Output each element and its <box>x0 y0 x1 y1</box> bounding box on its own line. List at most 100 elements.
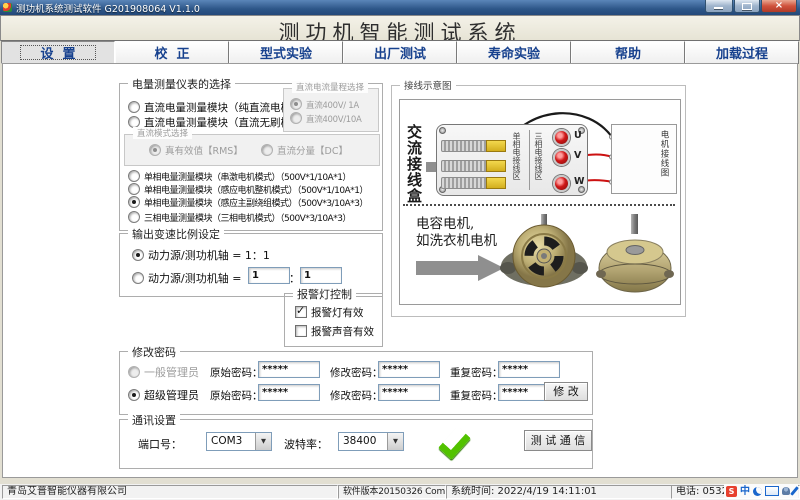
chinese-mode-icon[interactable]: 中 <box>740 486 750 497</box>
chevron-down-icon[interactable]: ▼ <box>255 433 271 450</box>
radio-normal-admin[interactable]: 一般管理员 <box>128 364 199 380</box>
checkbox-alarm-light[interactable]: 报警灯有效 <box>295 305 364 320</box>
radio-induction-winding[interactable]: 单相电量测量模块（感应主副绕组模式）（500V*3/10A*3） <box>128 196 368 209</box>
tab-label: 出厂测试 <box>374 43 426 62</box>
radio-icon <box>128 170 140 182</box>
new-password-input-super[interactable] <box>378 384 440 401</box>
repeat-password-label: 重复密码： <box>450 365 503 380</box>
version-status: 软件版本20150326 Com:24 <box>338 485 446 499</box>
group-title: 接线示意图 <box>400 78 456 92</box>
divider <box>529 130 530 190</box>
tab-help[interactable]: 帮助 <box>571 41 685 64</box>
single-phase-zone-label: 单相电接线区 <box>511 132 522 180</box>
port-label: 端口号： <box>138 436 182 452</box>
checkbox-icon <box>295 306 307 318</box>
tab-settings[interactable]: 设 置 <box>1 41 115 64</box>
dc-mode-group: 直流模式选择 真有效值【RMS】 直流分量【DC】 <box>124 134 380 166</box>
orig-password-input-normal[interactable] <box>258 361 320 378</box>
terminal-strip <box>441 140 488 152</box>
terminal-w-icon <box>553 175 570 192</box>
orig-password-label: 原始密码： <box>210 388 263 403</box>
orig-password-label: 原始密码： <box>210 365 263 380</box>
radio-rms[interactable]: 真有效值【RMS】 <box>149 143 243 157</box>
comm-ok-check-icon <box>432 424 470 462</box>
radio-dc-400v-10a[interactable]: 直流400V/10A <box>290 112 362 125</box>
tab-bar: 设 置 校 正 型式实验 出厂测试 寿命实验 帮助 加载过程 <box>1 40 799 64</box>
radio-icon <box>132 249 144 261</box>
port-select[interactable]: COM3 ▼ <box>206 432 272 451</box>
radio-icon <box>128 183 140 195</box>
radio-ratio-custom[interactable]: 动力源/测功机轴 = <box>132 270 241 286</box>
dc-range-group: 直流电流量程选择 直流400V/ 1A 直流400V/10A <box>283 88 379 132</box>
new-password-label: 修改密码： <box>330 365 383 380</box>
tab-load-process[interactable]: 加载过程 <box>685 41 799 64</box>
terminal-v-label: V <box>574 150 581 161</box>
close-button[interactable]: × <box>761 0 797 13</box>
terminal-v-icon <box>553 149 570 166</box>
minimize-button[interactable] <box>705 0 733 13</box>
radio-icon <box>128 366 140 378</box>
radio-icon <box>128 196 140 208</box>
terminal-w-label: W <box>574 176 584 187</box>
status-bar: 青岛艾普智能仪器有限公司 软件版本20150326 Com:24 系统时间: 2… <box>0 484 800 500</box>
test-comm-button[interactable]: 测 试 通 信 <box>524 430 592 451</box>
maximize-button[interactable] <box>734 0 760 13</box>
radio-dc-component[interactable]: 直流分量【DC】 <box>261 143 348 157</box>
group-title: 直流电流量程选择 <box>292 81 368 93</box>
radio-icon <box>149 144 161 156</box>
tab-label: 型式实验 <box>260 43 312 62</box>
orig-password-input-super[interactable] <box>258 384 320 401</box>
repeat-password-label: 重复密码： <box>450 388 503 403</box>
window-title: 测功机系统测试软件 G201908064 V1.1.0 <box>16 1 200 15</box>
ime-toolbar: S 中 <box>724 484 798 498</box>
terminal-tip <box>486 177 506 189</box>
radio-ratio-fixed[interactable]: 动力源/测功机轴 = 1：1 <box>132 247 270 263</box>
terminal-tip <box>486 140 506 152</box>
radio-super-admin[interactable]: 超级管理员 <box>128 387 199 403</box>
alarm-group: 报警灯控制 报警灯有效 报警声音有效 <box>284 293 383 347</box>
baud-select[interactable]: 38400 ▼ <box>338 432 404 451</box>
app-window: 测功机系统测试软件 G201908064 V1.1.0 × 测功机智能测试系统 … <box>0 0 800 500</box>
radio-icon <box>128 101 140 113</box>
person-icon[interactable] <box>782 487 790 495</box>
meter-select-group: 电量测量仪表的选择 直流电量测量模块（纯直流电模式） 直流电量测量模块（直流无刷… <box>119 83 383 231</box>
radio-icon <box>132 272 144 284</box>
radio-three-phase[interactable]: 三相电量测量模块（三相电机模式）（500V*3/10A*3） <box>128 211 351 224</box>
fullwidth-moon-icon[interactable] <box>753 487 762 496</box>
wiring-diagram: 交流接线盒 单相电接线区 三相电接线区 U V W <box>399 99 681 305</box>
port-value: COM3 <box>211 435 242 447</box>
sogou-ime-icon[interactable]: S <box>726 486 737 497</box>
capacitor-motor-note: 电容电机, 如洗衣机电机 <box>416 216 497 250</box>
tab-life-test[interactable]: 寿命实验 <box>457 41 571 64</box>
radio-induction-whole[interactable]: 单相电量测量模块（感应电机整机模式）（500V*1/10A*1） <box>128 183 368 196</box>
new-password-input-normal[interactable] <box>378 361 440 378</box>
ratio-separator: ： <box>289 270 300 286</box>
company-status: 青岛艾普智能仪器有限公司 <box>2 485 338 499</box>
ratio-numerator-input[interactable] <box>248 267 290 284</box>
tab-type-test[interactable]: 型式实验 <box>229 41 343 64</box>
chevron-down-icon[interactable]: ▼ <box>387 433 403 450</box>
ratio-denominator-input[interactable] <box>300 267 342 284</box>
ac-junction-box-label: 交流接线盒 <box>404 124 425 204</box>
password-group: 修改密码 一般管理员 原始密码： 修改密码： 重复密码： 超级管理员 原始密码：… <box>119 351 593 415</box>
repeat-password-input-normal[interactable] <box>498 361 560 378</box>
radio-icon <box>290 112 302 124</box>
wrench-icon[interactable] <box>790 486 799 496</box>
radio-dc-400v-1a[interactable]: 直流400V/ 1A <box>290 98 359 111</box>
tab-factory-test[interactable]: 出厂测试 <box>343 41 457 64</box>
modify-password-button[interactable]: 修 改 <box>544 382 588 401</box>
radio-series-motor[interactable]: 单相电量测量模块（串激电机模式）（500V*1/10A*1） <box>128 170 351 183</box>
terminal-strip <box>441 160 488 172</box>
keyboard-icon[interactable] <box>765 486 779 496</box>
checkbox-alarm-sound[interactable]: 报警声音有效 <box>295 324 374 339</box>
three-phase-zone-label: 三相电接线区 <box>533 132 544 180</box>
radio-icon <box>128 389 140 401</box>
tab-calibration[interactable]: 校 正 <box>115 41 229 64</box>
header: 测功机智能测试系统 <box>0 15 800 41</box>
terminal-u-label: U <box>574 130 582 141</box>
baud-value: 38400 <box>343 435 376 447</box>
screw-icon <box>439 127 446 134</box>
terminal-box: 单相电接线区 三相电接线区 U V W <box>436 124 588 196</box>
divider <box>403 204 675 206</box>
new-password-label: 修改密码： <box>330 388 383 403</box>
